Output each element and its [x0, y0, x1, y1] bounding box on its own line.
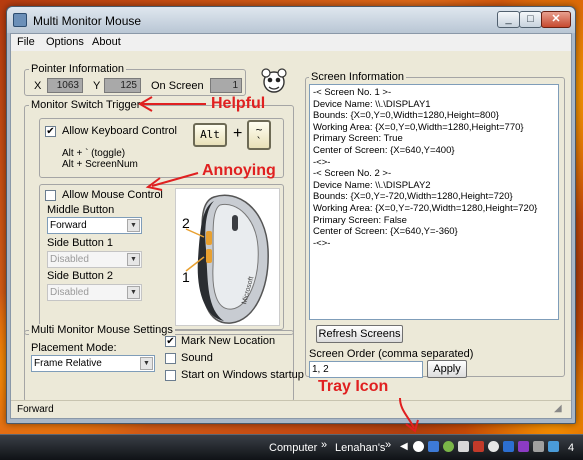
tray-arrow	[399, 397, 415, 429]
tray-sync-icon[interactable]	[488, 441, 499, 452]
tray-update-icon[interactable]	[503, 441, 514, 452]
taskbar: Computer » Lenahan's » ◀ 4	[0, 434, 583, 460]
tray-globe-icon[interactable]	[443, 441, 454, 452]
taskbar-computer[interactable]: Computer	[269, 442, 317, 454]
tray-expand-icon[interactable]: ◀	[400, 441, 408, 452]
tray-app-icon[interactable]	[458, 441, 469, 452]
multi-monitor-mouse-tray-icon[interactable]	[413, 441, 424, 452]
tray-power-icon[interactable]	[548, 441, 559, 452]
helpful-annotation: Helpful	[211, 95, 266, 112]
annoying-annotation: Annoying	[202, 162, 276, 179]
taskbar-chevron-1[interactable]: »	[321, 439, 327, 451]
tray-network-icon[interactable]	[428, 441, 439, 452]
tray-icon-annotation: Tray Icon	[318, 378, 389, 395]
tray-media-icon[interactable]	[518, 441, 529, 452]
tray-volume-icon[interactable]	[533, 441, 544, 452]
tray-shield-icon[interactable]	[473, 441, 484, 452]
taskbar-lenahans[interactable]: Lenahan's	[335, 442, 385, 454]
taskbar-chevron-2[interactable]: »	[385, 439, 391, 451]
taskbar-clock[interactable]: 4	[568, 442, 574, 454]
annotation-arrows	[138, 96, 419, 433]
